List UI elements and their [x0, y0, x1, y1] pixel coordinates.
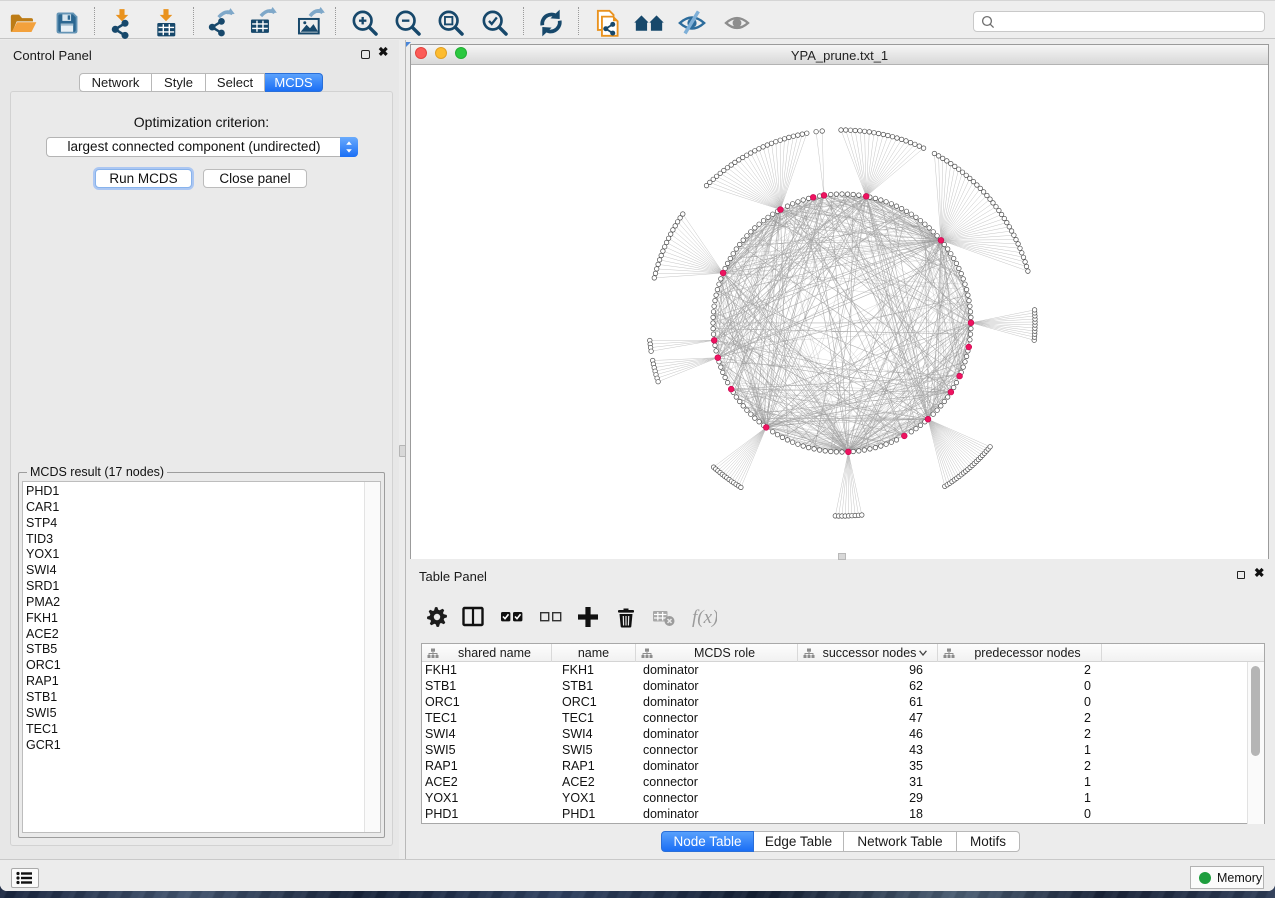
svg-text:f(x): f(x) [692, 607, 717, 628]
